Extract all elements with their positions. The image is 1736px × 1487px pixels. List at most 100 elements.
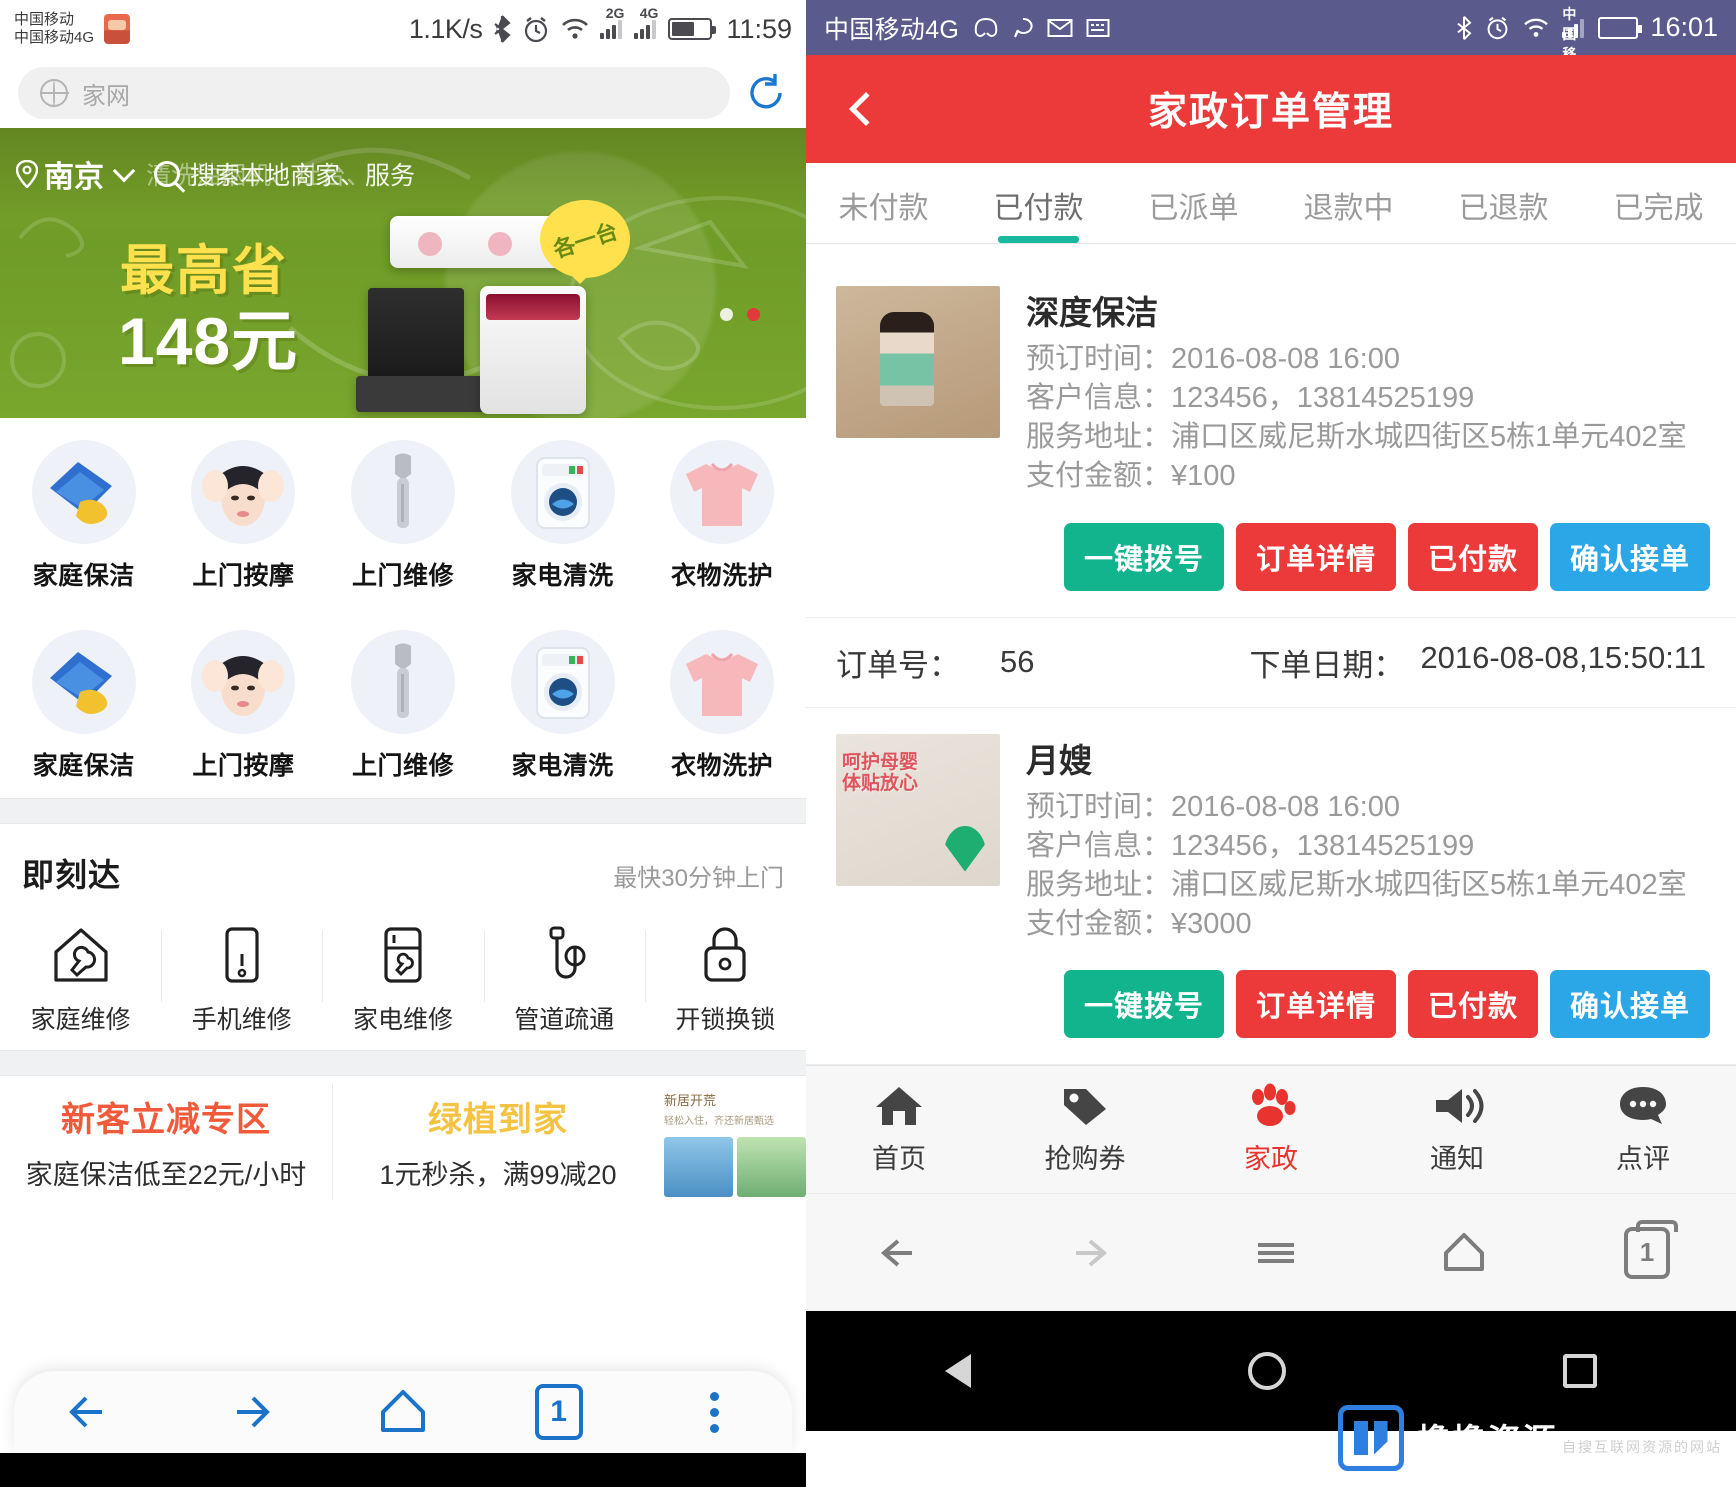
browser-bottom-nav: 1 xyxy=(14,1371,792,1453)
hero-search-row: 南京 清洗油烟机、灶台、 搜索本地商家、服务 xyxy=(0,128,806,220)
city-selector[interactable]: 南京 xyxy=(16,152,136,196)
tabbar-item-coupons[interactable]: 抢购券 xyxy=(992,1083,1178,1176)
service-item-appliance-wash-2[interactable]: 家电清洗 xyxy=(483,630,643,782)
tab-unpaid[interactable]: 未付款 xyxy=(806,163,961,243)
tag-icon xyxy=(1064,1089,1106,1126)
comment-icon xyxy=(1620,1087,1666,1125)
reload-icon[interactable] xyxy=(744,71,788,115)
browser-forward-button[interactable] xyxy=(212,1381,282,1443)
order-thumbnail xyxy=(836,286,1000,438)
service-item-laundry-2[interactable]: 衣物洗护 xyxy=(642,630,802,782)
tabbar-item-reviews[interactable]: 点评 xyxy=(1550,1083,1736,1176)
order-detail-button[interactable]: 订单详情 xyxy=(1235,522,1396,591)
recent-square-icon[interactable] xyxy=(1563,1354,1598,1389)
tab-paid[interactable]: 已付款 xyxy=(961,163,1116,243)
alarm-icon xyxy=(1488,16,1508,40)
call-button[interactable]: 一键拨号 xyxy=(1063,522,1224,591)
house-wrench-icon xyxy=(53,928,108,982)
order-card[interactable]: 深度保洁 预订时间：2016-08-08 16:00 客户信息：123456，1… xyxy=(806,260,1736,618)
service-item-laundry[interactable]: 衣物洗护 xyxy=(642,440,802,592)
order-meta-row: 订单号： 56 下单日期： 2016-08-08,15:50:11 xyxy=(806,617,1736,708)
service-item-repair[interactable]: 上门维修 xyxy=(323,440,483,592)
order-booking-time-row: 预订时间：2016-08-08 16:00 xyxy=(1026,788,1706,827)
arrow-left-icon xyxy=(68,1396,102,1428)
home-outline-icon[interactable] xyxy=(1436,1225,1492,1281)
carousel-dot[interactable] xyxy=(720,308,733,321)
instant-item-phone-repair[interactable]: 手机维修 xyxy=(161,924,322,1036)
instant-label: 家庭维修 xyxy=(30,1006,131,1034)
promo-card-new-home[interactable]: 新居开荒 轻松入住，齐还新居甄选 xyxy=(664,1076,806,1200)
payment-amount-value: ¥100 xyxy=(1171,460,1236,493)
order-address-row: 服务地址：浦口区威尼斯水城四街区5栋1单元402室 xyxy=(1026,418,1706,457)
carousel-dots[interactable] xyxy=(720,308,760,321)
paid-status-button[interactable]: 已付款 xyxy=(1407,970,1538,1039)
headset-icon xyxy=(974,17,998,37)
service-grid-row-1: 家庭保洁 上门按摩 上门维修 家电清洗 衣物洗护 xyxy=(0,418,806,608)
carousel-dot-active[interactable] xyxy=(747,308,760,321)
section-divider xyxy=(0,798,806,824)
tab-completed[interactable]: 已完成 xyxy=(1581,163,1736,243)
tabbar-item-notifications[interactable]: 通知 xyxy=(1364,1083,1550,1176)
location-pin-icon xyxy=(16,160,38,188)
order-address-row: 服务地址：浦口区威尼斯水城四街区5栋1单元402室 xyxy=(1026,866,1706,905)
order-card[interactable]: 呵护母婴 体贴放心 月嫂 预订时间：2016-08-08 16:00 客户信息：1… xyxy=(806,707,1736,1066)
tabbar-item-home[interactable]: 首页 xyxy=(806,1083,992,1176)
tabbar-item-housekeeping[interactable]: 家政 xyxy=(1178,1083,1364,1176)
tab-count-badge[interactable]: 1 xyxy=(1624,1219,1678,1279)
washing-machine-icon xyxy=(510,630,615,734)
paid-status-button[interactable]: 已付款 xyxy=(1407,522,1538,591)
watermark-logo-icon xyxy=(1337,1405,1404,1471)
menu-icon[interactable] xyxy=(1248,1225,1304,1281)
signal-icon: 中国移动4G xyxy=(1562,6,1585,100)
promo-hero-banner[interactable]: 南京 清洗油烟机、灶台、 搜索本地商家、服务 最高省 148元 各一台 xyxy=(0,128,806,418)
arrow-right-icon[interactable] xyxy=(1060,1225,1116,1281)
payment-amount-label: 支付金额： xyxy=(1026,460,1172,493)
instant-section-header: 即刻达 最快30分钟上门 xyxy=(0,824,806,904)
carrier-line-1: 中国移动 xyxy=(14,11,75,29)
left-status-bar: 中国移动 中国移动4G 1.1K/s 2G 4G 11:59 xyxy=(0,0,806,58)
service-item-home-cleaning[interactable]: 家庭保洁 xyxy=(4,440,164,592)
tab-count-badge: 1 xyxy=(534,1384,583,1440)
network-speed-label: 1.1K/s xyxy=(408,13,483,44)
order-service-name: 月嫂 xyxy=(1026,741,1092,779)
service-item-massage[interactable]: 上门按摩 xyxy=(164,440,324,592)
pipe-unclog-icon xyxy=(549,926,586,979)
instant-item-pipe-unclog[interactable]: 管道疏通 xyxy=(483,924,645,1036)
browser-menu-button[interactable] xyxy=(679,1381,749,1443)
order-detail-button[interactable]: 订单详情 xyxy=(1235,970,1396,1039)
payment-amount-value: ¥3000 xyxy=(1171,907,1252,940)
cleaning-cloth-icon xyxy=(31,440,136,544)
tab-refunding[interactable]: 退款中 xyxy=(1271,163,1426,243)
washing-machine-image xyxy=(480,286,586,414)
tab-refunded[interactable]: 已退款 xyxy=(1426,163,1581,243)
browser-tabs-button[interactable]: 1 xyxy=(524,1381,594,1443)
hero-search-box[interactable]: 清洗油烟机、灶台、 搜索本地商家、服务 xyxy=(146,156,415,192)
back-triangle-icon[interactable] xyxy=(944,1354,971,1389)
promo-card-green-plants[interactable]: 绿植到家 1元秒杀，满99减20 xyxy=(332,1076,664,1200)
service-label: 家电清洗 xyxy=(511,562,614,590)
instant-item-home-repair[interactable]: 家庭维修 xyxy=(0,924,161,1036)
customer-info-value: 123456，13814525199 xyxy=(1171,382,1475,415)
alarm-icon xyxy=(525,17,548,43)
customer-info-value: 123456，13814525199 xyxy=(1171,829,1475,862)
tab-dispatched[interactable]: 已派单 xyxy=(1116,163,1271,243)
confirm-accept-button[interactable]: 确认接单 xyxy=(1549,522,1710,591)
service-item-massage-2[interactable]: 上门按摩 xyxy=(164,630,324,782)
confirm-accept-button[interactable]: 确认接单 xyxy=(1549,970,1710,1039)
battery-icon xyxy=(668,18,717,40)
service-item-appliance-wash[interactable]: 家电清洗 xyxy=(483,440,643,592)
arrow-left-icon[interactable] xyxy=(872,1225,928,1281)
megaphone-icon xyxy=(1436,1089,1484,1124)
url-input[interactable]: 家网 xyxy=(18,67,730,119)
service-item-home-cleaning-2[interactable]: 家庭保洁 xyxy=(4,630,164,782)
browser-back-button[interactable] xyxy=(57,1381,127,1443)
browser-home-button[interactable] xyxy=(368,1381,438,1443)
home-circle-icon[interactable] xyxy=(1247,1352,1286,1391)
promo-mini-title: 新居开荒 xyxy=(664,1093,717,1108)
instant-item-appliance-repair[interactable]: 家电维修 xyxy=(322,924,483,1036)
call-button[interactable]: 一键拨号 xyxy=(1063,970,1224,1039)
service-item-repair-2[interactable]: 上门维修 xyxy=(323,630,483,782)
order-list-scroll-hint xyxy=(806,244,1736,260)
instant-item-locksmith[interactable]: 开锁换锁 xyxy=(644,924,806,1036)
promo-card-new-customer[interactable]: 新客立减专区 家庭保洁低至22元/小时 xyxy=(0,1076,332,1200)
